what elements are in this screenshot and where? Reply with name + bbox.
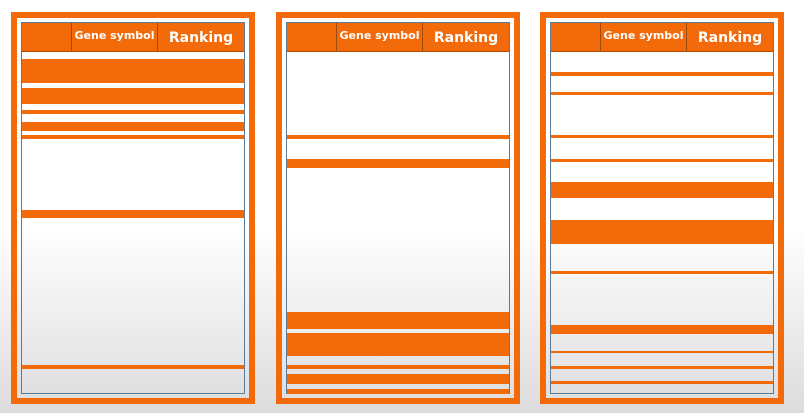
ranked-table: Gene symbol Ranking xyxy=(550,22,774,394)
hit-stripe xyxy=(287,333,509,356)
table-header: Gene symbol Ranking xyxy=(287,23,509,52)
hit-stripe xyxy=(551,220,773,244)
hit-stripe xyxy=(22,88,244,104)
ranked-table: Gene symbol Ranking xyxy=(21,22,245,394)
hit-stripe xyxy=(287,365,509,369)
hit-stripe xyxy=(551,72,773,76)
hit-stripe xyxy=(551,135,773,138)
ranked-list-panel-2: Gene symbol Ranking xyxy=(276,12,520,404)
hit-stripe xyxy=(22,110,244,114)
hit-stripe xyxy=(551,325,773,334)
header-gene-symbol: Gene symbol xyxy=(337,23,423,51)
header-ranking: Ranking xyxy=(168,30,234,46)
header-gene-symbol: Gene symbol xyxy=(601,23,687,51)
hit-stripe xyxy=(22,135,244,139)
hit-stripe xyxy=(551,271,773,274)
header-cell-blank xyxy=(287,23,337,51)
hit-stripe xyxy=(22,59,244,83)
ranked-table: Gene symbol Ranking xyxy=(286,22,510,394)
table-header: Gene symbol Ranking xyxy=(551,23,773,52)
header-gene-symbol: Gene symbol xyxy=(72,23,158,51)
table-header: Gene symbol Ranking xyxy=(22,23,244,52)
header-cell-blank xyxy=(22,23,72,51)
hit-stripe xyxy=(287,389,509,394)
hit-stripe xyxy=(287,374,509,384)
header-ranking: Ranking xyxy=(433,30,499,46)
hit-stripe xyxy=(22,365,244,369)
ranked-list-panel-1: Gene symbol Ranking xyxy=(11,12,255,404)
hit-stripe xyxy=(551,159,773,162)
hit-stripe xyxy=(551,182,773,198)
hit-stripe xyxy=(551,381,773,384)
hit-stripe xyxy=(551,92,773,95)
ranked-list-panel-3: Gene symbol Ranking xyxy=(540,12,784,404)
header-ranking: Ranking xyxy=(697,30,763,46)
hit-stripe xyxy=(551,366,773,369)
hit-stripe xyxy=(22,122,244,131)
hit-stripe xyxy=(551,351,773,353)
hit-stripe xyxy=(287,159,509,168)
hit-stripe xyxy=(287,135,509,139)
hit-stripe xyxy=(287,312,509,329)
header-cell-blank xyxy=(551,23,601,51)
hit-stripe xyxy=(22,210,244,218)
